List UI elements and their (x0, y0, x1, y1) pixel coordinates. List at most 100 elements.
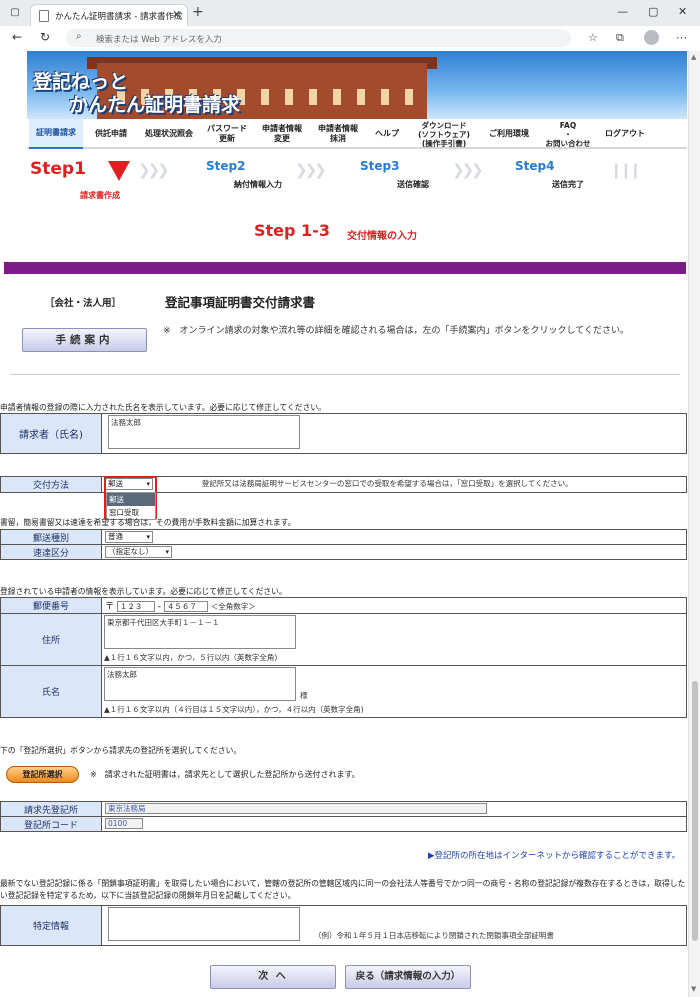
registry-table: 請求先登記所 東京法務局 登記所コード 0100 (0, 801, 687, 832)
mail-type-label: 郵送種別 (0, 529, 102, 545)
requester-name-label: 請求者（氏名) (0, 413, 102, 454)
minimize-icon[interactable]: — (617, 5, 628, 18)
registry-code-label: 登記所コード (0, 816, 102, 832)
postal-code-second-input[interactable]: ４５６７ (163, 601, 208, 612)
registry-code-field: 0100 (105, 818, 143, 829)
section-divider-bar (4, 262, 686, 274)
collections-icon[interactable]: ⧉ (616, 31, 624, 45)
back-button[interactable]: 戻る（請求情報の入力） (345, 965, 471, 989)
address-bar: ← ↻ ⌕ 検索または Web アドレスを入力 ☆ ⧉ ⋯ (0, 26, 700, 50)
nav-applicant-delete[interactable]: 申請者情報 抹消 (311, 119, 365, 149)
name-suffix: 様 (300, 691, 308, 700)
reload-icon[interactable]: ↻ (40, 30, 50, 44)
postal-dash: - (157, 602, 162, 612)
specific-info-example: （例）令和１年５月１日本店移転により閉鎖された閉鎖事項全部証明書 (314, 931, 554, 940)
nav-logout[interactable]: ログアウト (599, 119, 651, 149)
favorites-star-icon[interactable]: ☆ (588, 31, 598, 44)
registry-location-link[interactable]: ▶登記所の所在地はインターネットから確認することができます。 (428, 849, 680, 861)
site-banner: 登記ねっと かんたん証明書請求 (27, 51, 687, 119)
requester-info: 申請者情報の登録の際に入力された氏名を表示しています。必要に応じて修正してくださ… (0, 403, 326, 412)
closed-record-note: 最新でない登記記録に係る「閉鎖事項証明書」を取得したい場合において，管轄の登記所… (0, 879, 686, 900)
express-label: 速達区分 (0, 544, 102, 560)
scroll-down-icon[interactable]: ▼ (691, 985, 696, 993)
postal-code-label: 郵便番号 (0, 597, 102, 614)
nav-download[interactable]: ダウンロード (ソフトウェア) (操作手引書) (409, 119, 479, 149)
new-tab-icon[interactable]: + (192, 4, 204, 20)
divider (10, 374, 680, 375)
registry-select-button[interactable]: 登記所選択 (6, 766, 79, 783)
next-button[interactable]: 次 へ (210, 965, 336, 989)
step2-label: Step2 (206, 159, 246, 173)
address-input[interactable]: ⌕ 検索または Web アドレスを入力 (66, 29, 571, 47)
scroll-up-icon[interactable]: ▲ (691, 53, 696, 61)
page-favicon-icon (39, 10, 49, 22)
address-input[interactable]: 東京都千代田区大手町１－１－１ (104, 615, 296, 649)
delivery-method-label: 交付方法 (0, 476, 102, 493)
procedure-guide-button[interactable]: 手続案内 (22, 328, 147, 352)
name-hint: ▲１行１６文字以内（４行目は１５文字以内），かつ，４行以内（英数字全角) (104, 705, 364, 714)
maximize-icon[interactable]: ▢ (648, 5, 658, 18)
nav-applicant-change[interactable]: 申請者情報 変更 (255, 119, 309, 149)
mail-type-select[interactable]: 普通 ▾ (105, 531, 153, 543)
close-tab-icon[interactable]: ✕ (172, 8, 181, 21)
form-title: 登記事項証明書交付請求書 (165, 295, 316, 310)
requester-table: 請求者（氏名) 法務太郎 (0, 413, 687, 454)
step1-label: Step1 (30, 159, 86, 179)
close-window-icon[interactable]: ✕ (678, 5, 687, 18)
express-select[interactable]: （指定なし） ▾ (105, 546, 172, 558)
step4-sublabel: 送信完了 (552, 180, 584, 189)
recipient-name-input[interactable]: 法務太郎 (104, 667, 296, 701)
banner-title-line2: かんたん証明書請求 (69, 94, 241, 116)
address-placeholder: 検索または Web アドレスを入力 (96, 35, 222, 45)
step3-sublabel: 送信確認 (397, 180, 429, 189)
tab-title: かんたん証明書請求 - 請求書作成 (55, 12, 183, 22)
nav-password-update[interactable]: パスワード 更新 (201, 119, 253, 149)
dropdown-option-mail[interactable]: 郵送 (107, 493, 155, 506)
corp-label: ［会社・法人用］ (45, 298, 122, 309)
registry-info: 下の「登記所選択」ボタンから請求先の登記所を選択してください。 (0, 746, 242, 755)
tab-bar: ▢ かんたん証明書請求 - 請求書作成 ✕ + — ▢ ✕ (0, 0, 700, 26)
profile-avatar[interactable] (644, 30, 659, 45)
name-label: 氏名 (0, 665, 102, 718)
nav-status-inquiry[interactable]: 処理状況照会 (139, 119, 199, 149)
current-step-arrow-icon (108, 161, 130, 181)
registry-select-note: ※ 請求された証明書は，請求先として選択した登記所から送付されます。 (90, 770, 360, 779)
postal-mark: 〒 (105, 602, 115, 612)
scroll-thumb[interactable] (692, 681, 698, 941)
nav-certificate-request[interactable]: 証明書請求 (29, 119, 83, 149)
chevron-down-icon: ▾ (146, 533, 150, 541)
step-chevron-icon: ❯❯❯ (138, 161, 170, 179)
mail-info: 書留，簡易書留又は速達を希望する場合は，その費用が手数料金額に加算されます。 (0, 518, 296, 527)
requester-name-input[interactable]: 法務太郎 (108, 415, 300, 449)
delivery-note: 登記所又は法務局証明サービスセンターの窓口での受取を希望する場合は，「窓口受取」… (201, 479, 573, 488)
chevron-down-icon: ▾ (165, 548, 169, 556)
registry-office-field: 東京法務局 (105, 803, 487, 814)
nav-faq[interactable]: FAQ ・ お問い合わせ (539, 119, 597, 149)
specific-info-label: 特定情報 (0, 905, 102, 946)
step1-sublabel: 請求書作成 (80, 191, 120, 200)
nav-deposit-application[interactable]: 供託申請 (85, 119, 137, 149)
browser-tab[interactable]: かんたん証明書請求 - 請求書作成 ✕ (30, 4, 188, 26)
mail-table: 郵送種別 普通 ▾ 速達区分 （指定なし） ▾ (0, 529, 687, 560)
nav-help[interactable]: ヘルプ (367, 119, 407, 149)
delivery-dropdown-list: 郵送 窓口受取 (106, 492, 156, 520)
search-icon: ⌕ (76, 31, 82, 42)
step-chevron-icon: ❙❙❙ (610, 161, 642, 179)
postal-hint: ＜全角数字＞ (210, 602, 256, 611)
window-menu-icon[interactable]: ▢ (9, 7, 21, 19)
substep-label: 交付情報の入力 (347, 231, 417, 242)
guide-note: ※ オンライン請求の対象や流れ等の詳細を確認される場合は，左の「手続案内」ボタン… (163, 326, 630, 336)
back-icon[interactable]: ← (12, 30, 22, 44)
main-navigation: 証明書請求 供託申請 処理状況照会 パスワード 更新 申請者情報 変更 申請者情… (27, 119, 687, 149)
specific-info-input[interactable] (108, 907, 300, 941)
address-table: 郵便番号 〒 １２３ - ４５６７ ＜全角数字＞ 住所 東京都千代田区大手町１－… (0, 597, 687, 718)
nav-environment[interactable]: ご利用環境 (481, 119, 537, 149)
more-menu-icon[interactable]: ⋯ (676, 31, 687, 44)
address-info: 登録されている申請者の情報を表示しています。必要に応じて修正してください。 (0, 587, 287, 596)
step-chevron-icon: ❯❯❯ (452, 161, 484, 179)
web-page: 登記ねっと かんたん証明書請求 証明書請求 供託申請 処理状況照会 パスワード … (0, 51, 688, 997)
postal-code-first-input[interactable]: １２３ (116, 601, 155, 612)
closed-record-table: 特定情報 （例）令和１年５月１日本店移転により閉鎖された閉鎖事項全部証明書 (0, 905, 687, 946)
step4-label: Step4 (515, 159, 555, 173)
page-scrollbar[interactable]: ▲ ▼ (688, 51, 700, 997)
